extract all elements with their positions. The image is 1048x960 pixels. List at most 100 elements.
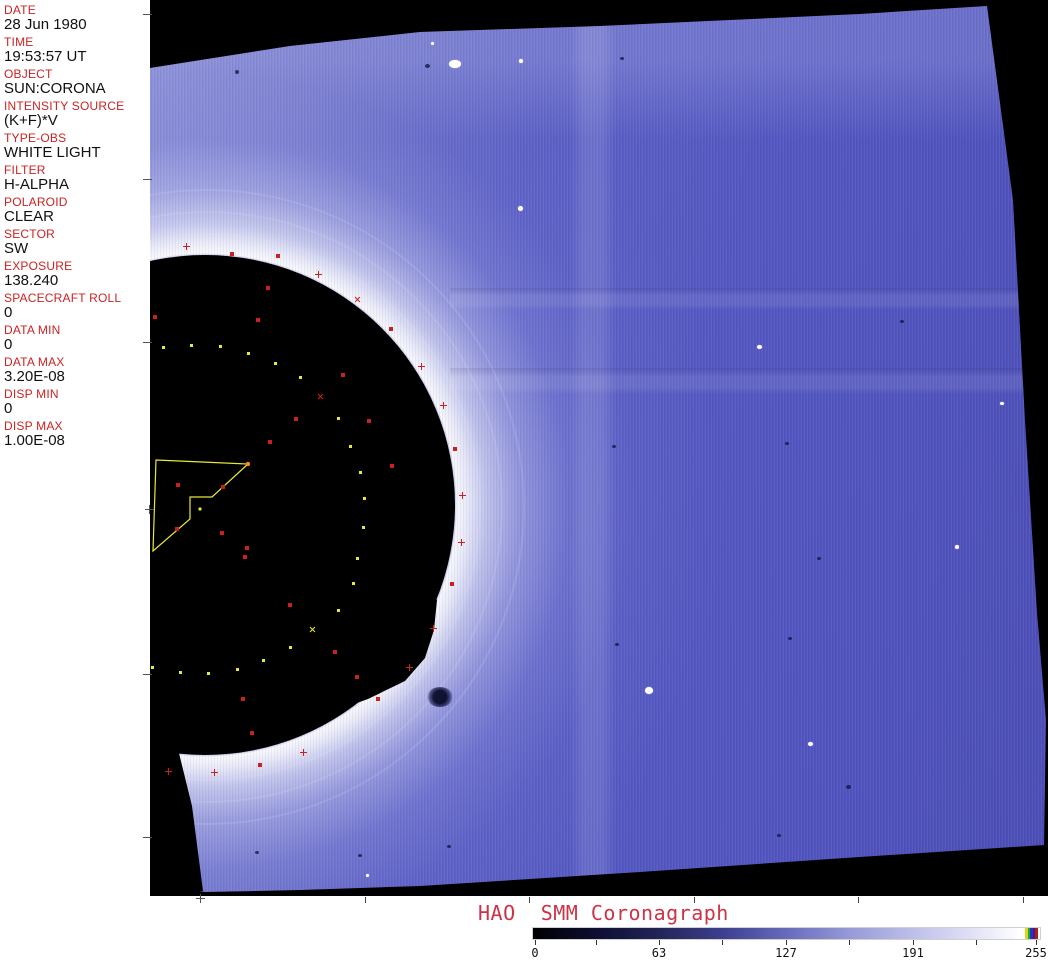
- fiducial-red-plus: [457, 538, 465, 546]
- left-axis-tick: [143, 14, 152, 15]
- fiducial-yellow-square: [246, 351, 250, 355]
- fiducial-red-square: [453, 447, 457, 451]
- metadata-value: 0: [4, 304, 13, 321]
- fiducial-red-square: [276, 254, 280, 258]
- fiducial-red-square: [153, 315, 157, 319]
- metadata-field: FILTER H-ALPHA: [4, 164, 150, 193]
- fiducial-yellow-square: [355, 556, 359, 560]
- fiducial-red-plus: [458, 491, 466, 499]
- image-title: HAO SMM Coronagraph: [478, 901, 729, 925]
- fiducial-red-square: [266, 286, 270, 290]
- colorbar-tick: [976, 940, 977, 945]
- colorbar-tick: [722, 940, 723, 945]
- coronagraph-display: DATE 28 Jun 1980 TIME 19:53:57 UT OBJECT SUN:…: [0, 0, 1048, 960]
- fiducial-red-plus: [164, 767, 172, 775]
- colorbar-tick-label: 191: [902, 946, 924, 960]
- fiducial-red-square: [390, 464, 394, 468]
- metadata-field: DISP MAX 1.00E-08: [4, 420, 150, 449]
- metadata-value: SUN:CORONA: [4, 80, 106, 97]
- colorbar-tick: [596, 940, 597, 945]
- fiducial-red-square: [221, 485, 225, 489]
- colorbar-tick: [913, 940, 914, 945]
- metadata-field: OBJECT SUN:CORONA: [4, 68, 150, 97]
- fiducial-red-square: [288, 603, 292, 607]
- fiducial-yellow-square: [298, 375, 302, 379]
- colorbar-tick-label: 63: [651, 946, 667, 960]
- metadata-field: TIME 19:53:57 UT: [4, 36, 150, 65]
- fiducial-red-square: [333, 650, 337, 654]
- pylon-tip-dot: [245, 461, 251, 467]
- pylon-inner-dot: [198, 507, 202, 511]
- sidebar-fields: DATE 28 Jun 1980 TIME 19:53:57 UT OBJECT SUN:…: [4, 4, 150, 449]
- fiducial-red-square: [367, 419, 371, 423]
- metadata-value: 138.240: [4, 272, 59, 289]
- fiducial-red-square: [243, 555, 247, 559]
- fiducial-red-square: [294, 417, 298, 421]
- fiducial-red-square: [256, 318, 260, 322]
- metadata-field: DATE 28 Jun 1980: [4, 4, 150, 33]
- colorbar-tick: [786, 940, 787, 945]
- metadata-field: DATA MAX 3.20E-08: [4, 356, 150, 385]
- fiducial-red-plus: [405, 663, 413, 671]
- colorbar-end-stripes: [1025, 928, 1038, 939]
- fiducial-yellow-square: [362, 496, 366, 500]
- fiducial-yellow-square: [235, 667, 239, 671]
- fiducial-yellow-square: [218, 344, 222, 348]
- metadata-value: 1.00E-08: [4, 432, 65, 449]
- metadata-value: WHITE LIGHT: [4, 144, 101, 161]
- fiducial-red-square: [376, 697, 380, 701]
- pylon-overlay: [152, 459, 251, 553]
- fiducial-yellow-square: [336, 608, 340, 612]
- fiducial-red-plus: [429, 624, 437, 632]
- fiducial-red-square: [268, 440, 272, 444]
- fiducial-red-plus: [299, 748, 307, 756]
- fiducial-yellow-square: [189, 343, 193, 347]
- fiducial-red-square: [230, 252, 234, 256]
- coronagraph-image: [150, 0, 1048, 896]
- fiducial-yellow-square: [336, 416, 340, 420]
- metadata-value: 19:53:57 UT: [4, 48, 87, 65]
- fiducial-yellow-square: [150, 665, 154, 669]
- bottom-axis-tick: [529, 897, 530, 903]
- metadata-field: INTENSITY SOURCE (K+F)*V: [4, 100, 150, 129]
- bottom-axis-tick: [365, 897, 366, 903]
- fiducial-red-plus: [439, 401, 447, 409]
- colorbar-tick-label: 0: [531, 946, 539, 960]
- occulter-pylon-outline: [152, 459, 250, 553]
- colorbar-tick-label: 127: [775, 946, 797, 960]
- left-axis-tick: [143, 179, 152, 180]
- metadata-value: 3.20E-08: [4, 368, 65, 385]
- metadata-value: 0: [4, 400, 13, 417]
- fiducial-red-square: [355, 675, 359, 679]
- metadata-field: EXPOSURE 138.240: [4, 260, 150, 289]
- metadata-label: DISP MIN: [4, 387, 59, 401]
- fiducial-yellow-square: [178, 670, 182, 674]
- fiducial-yellow-square: [206, 671, 210, 675]
- fiducial-yellow-square: [161, 345, 165, 349]
- metadata-label: DATA MIN: [4, 323, 61, 337]
- fiducial-red-square: [258, 763, 262, 767]
- metadata-field: DATA MIN 0: [4, 324, 150, 353]
- colorbar-tick: [849, 940, 850, 945]
- metadata-field: SECTOR SW: [4, 228, 150, 257]
- fiducial-yellow-square: [348, 444, 352, 448]
- metadata-value: H-ALPHA: [4, 176, 70, 193]
- fiducial-yellow-square: [261, 658, 265, 662]
- fiducial-red-square: [176, 483, 180, 487]
- fiducial-yellow-square: [361, 525, 365, 529]
- fiducial-red-square: [241, 697, 245, 701]
- fiducial-yellow-square: [288, 645, 292, 649]
- fiducial-yellow-square: [273, 361, 277, 365]
- colorbar-tick: [1036, 940, 1037, 945]
- metadata-value: 28 Jun 1980: [4, 16, 87, 33]
- metadata-value: SW: [4, 240, 29, 257]
- fiducial-yellow-square: [351, 581, 355, 585]
- fiducial-red-plus: [417, 362, 425, 370]
- bottom-axis-tick: [858, 897, 859, 903]
- metadata-field: POLAROID CLEAR: [4, 196, 150, 225]
- footer-strip: HAO SMM Coronagraph 0 63 127 191 255: [0, 896, 1048, 960]
- metadata-panel: DATE 28 Jun 1980 TIME 19:53:57 UT OBJECT SUN:…: [0, 0, 150, 896]
- center-crosshair: [196, 894, 205, 903]
- fiducial-red-square: [245, 546, 249, 550]
- left-axis-tick: [143, 342, 152, 343]
